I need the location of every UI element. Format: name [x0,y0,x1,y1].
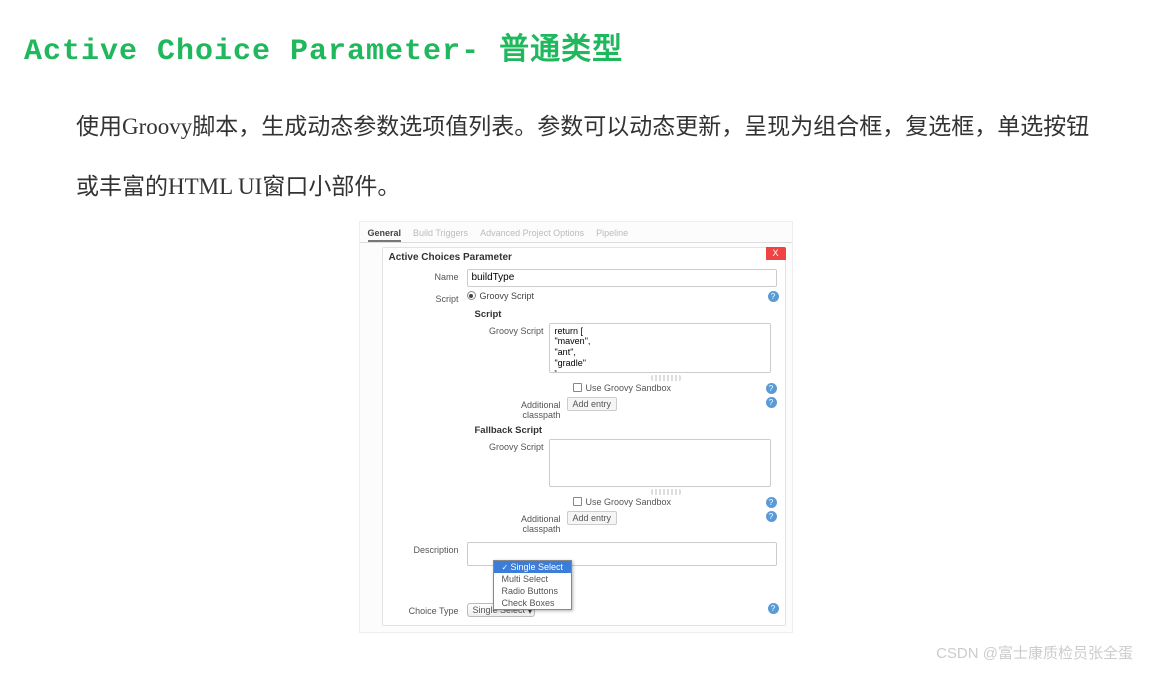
tab-advanced-options[interactable]: Advanced Project Options [480,226,584,242]
name-label: Name [391,269,467,282]
fallback-sandbox-checkbox[interactable] [573,497,582,506]
fallback-groovy-label: Groovy Script [487,439,550,452]
fallback-sandbox-label: Use Groovy Sandbox [586,497,672,507]
tab-general[interactable]: General [368,226,402,242]
page-heading: Active Choice Parameter- 普通类型 [0,0,1151,69]
script-section-title: Script [475,306,771,321]
radio-groovy-label: Groovy Script [480,291,535,301]
fallback-classpath-label: Additional classpath [487,511,567,534]
jenkins-config-screenshot: General Build Triggers Advanced Project … [359,221,793,633]
radio-groovy-script[interactable] [467,291,476,300]
help-icon[interactable]: ? [766,511,777,522]
dropdown-option-multi-select[interactable]: Multi Select [494,573,571,585]
intro-paragraph: 使用Groovy脚本，生成动态参数选项值列表。参数可以动态更新，呈现为组合框，复… [0,69,1151,217]
tab-build-triggers[interactable]: Build Triggers [413,226,468,242]
help-icon[interactable]: ? [766,383,777,394]
help-icon[interactable]: ? [766,497,777,508]
fallback-add-entry-button[interactable]: Add entry [567,511,618,525]
fallback-script-textarea[interactable] [549,439,770,487]
choice-type-label: Choice Type [391,603,467,616]
active-choices-panel: X Active Choices Parameter Name Script G… [382,247,786,626]
help-icon[interactable]: ? [768,603,779,614]
add-entry-button[interactable]: Add entry [567,397,618,411]
help-icon[interactable]: ? [768,291,779,302]
csdn-watermark: CSDN @富士康质检员张全蛋 [936,642,1133,663]
panel-title: Active Choices Parameter [383,248,785,267]
groovy-script-textarea[interactable] [549,323,770,373]
dropdown-option-radio-buttons[interactable]: Radio Buttons [494,585,571,597]
help-icon[interactable]: ? [766,397,777,408]
close-button[interactable]: X [766,247,786,260]
tab-pipeline[interactable]: Pipeline [596,226,628,242]
classpath-label: Additional classpath [487,397,567,420]
choice-type-dropdown-list[interactable]: Single Select Multi Select Radio Buttons… [493,560,572,610]
dropdown-option-check-boxes[interactable]: Check Boxes [494,597,571,609]
groovy-script-label: Groovy Script [487,323,550,336]
dropdown-option-single-select[interactable]: Single Select [494,561,571,573]
sandbox-label: Use Groovy Sandbox [586,383,672,393]
fallback-section-title: Fallback Script [475,422,771,437]
config-tabs: General Build Triggers Advanced Project … [360,222,792,243]
description-label: Description [391,542,467,555]
script-label: Script [391,291,467,304]
name-input[interactable] [467,269,777,287]
sandbox-checkbox[interactable] [573,383,582,392]
